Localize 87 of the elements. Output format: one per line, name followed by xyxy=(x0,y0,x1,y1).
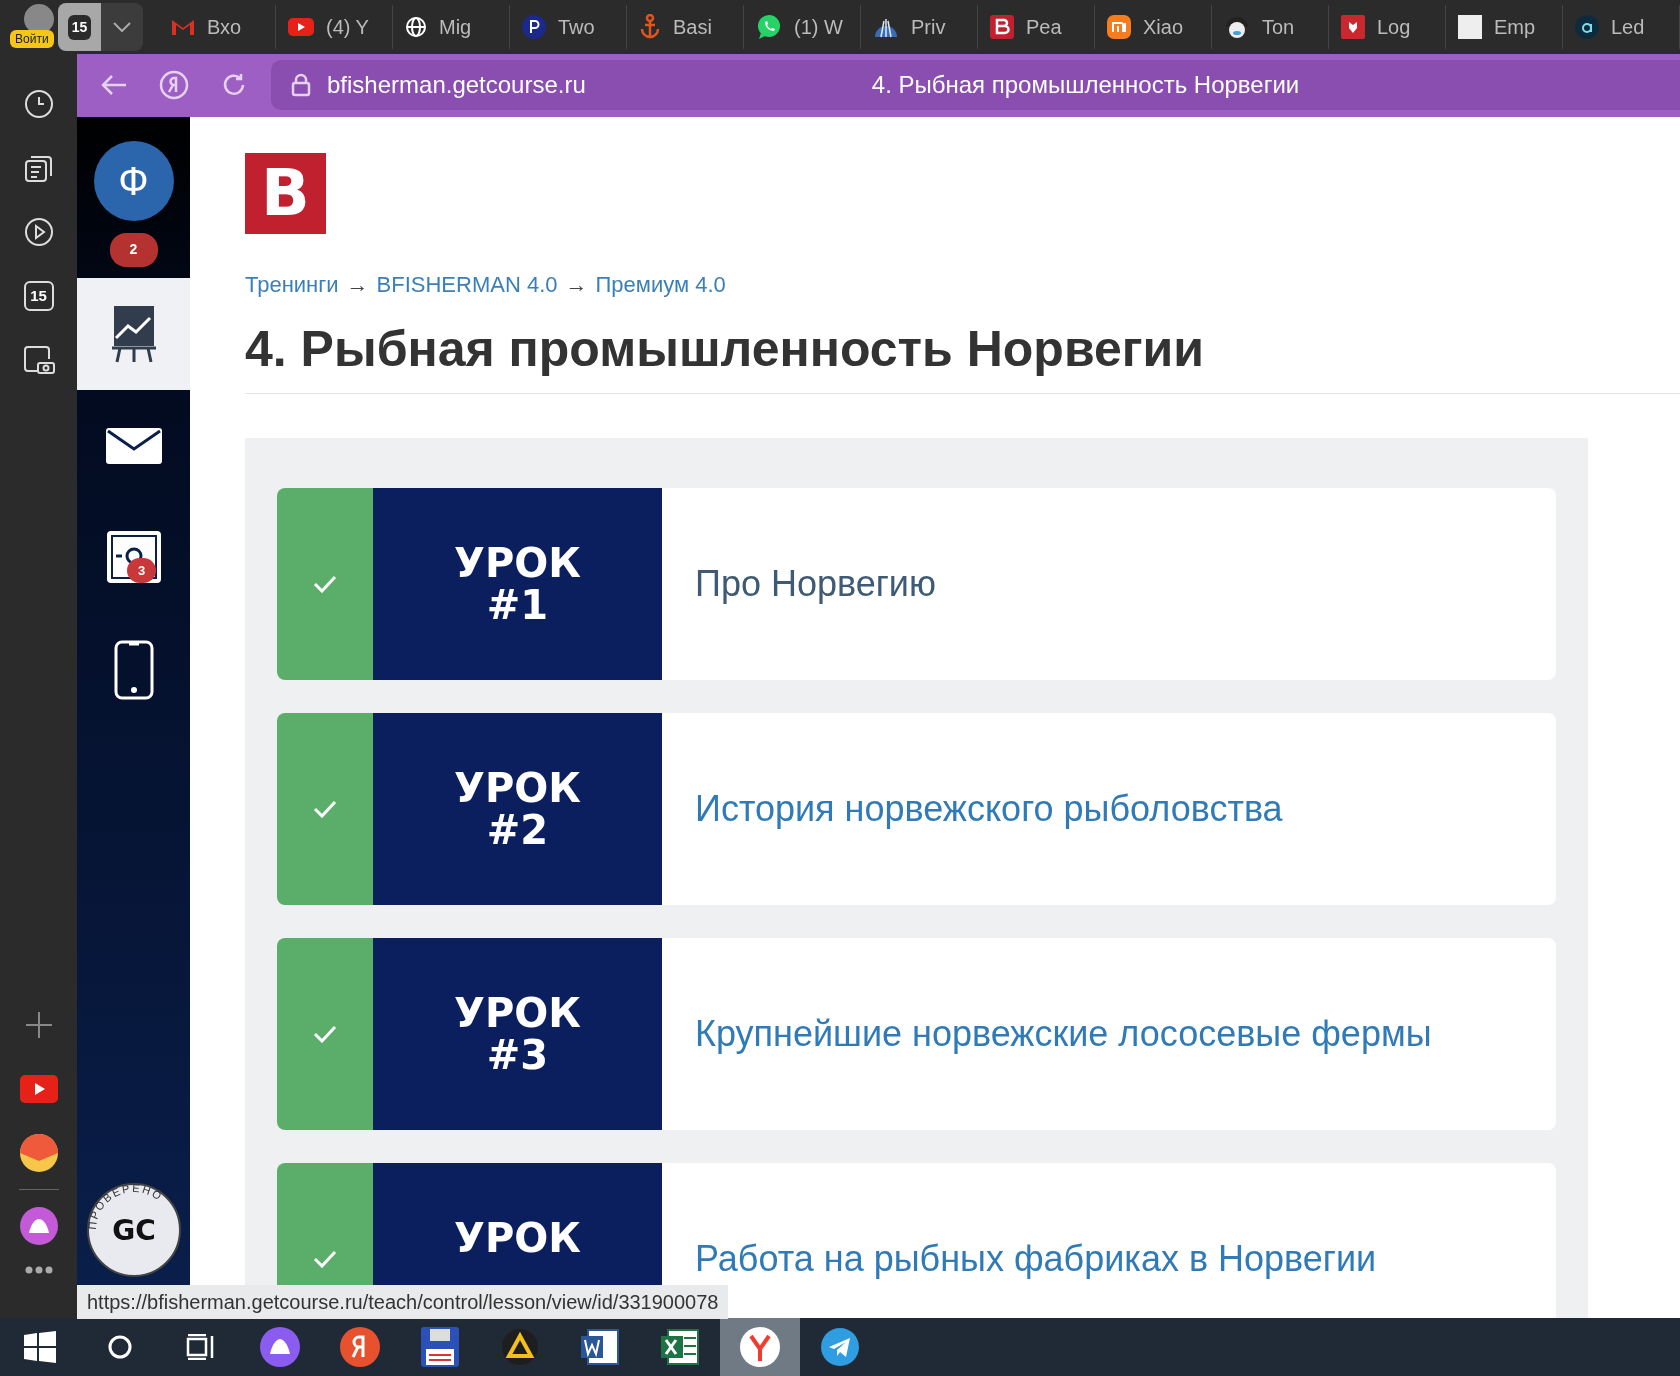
page-heading: 4. Рыбная промышленность Норвегии xyxy=(245,320,1205,377)
avatar[interactable]: Ф xyxy=(93,140,174,221)
lesson-number: #2 xyxy=(486,808,549,851)
lesson-word: УРОК xyxy=(454,541,581,584)
address-field[interactable]: bfisherman.getcourse.ru 4. Рыбная промышленность Норвегии xyxy=(271,60,1680,111)
p-icon xyxy=(522,15,546,39)
tabs-dropdown-button[interactable] xyxy=(100,3,143,51)
mi-icon xyxy=(1107,15,1131,39)
check-icon xyxy=(313,1249,337,1268)
breadcrumb-link[interactable]: BFISHERMAN 4.0 xyxy=(376,267,558,301)
breadcrumb-link[interactable]: Тренинги xyxy=(245,267,339,301)
lesson-title-link[interactable]: Про Норвегию xyxy=(695,556,936,611)
lesson-card[interactable]: УРОК #1 Про Норвегию xyxy=(277,487,1556,680)
play-circle-icon[interactable] xyxy=(23,217,54,247)
lesson-word: УРОК xyxy=(454,991,581,1034)
video-icon[interactable] xyxy=(19,1075,58,1103)
plus-icon[interactable] xyxy=(25,1012,52,1038)
windows-icon xyxy=(24,1331,56,1363)
link-preview: https://bfisherman.getcourse.ru/teach/control/lesson/view/id/331900078 xyxy=(77,1285,729,1319)
crest-icon xyxy=(1341,15,1365,39)
ya-circle-icon[interactable] xyxy=(159,70,189,101)
logo[interactable]: B xyxy=(245,152,326,234)
breadcrumb-link[interactable]: Премиум 4.0 xyxy=(595,267,726,301)
mail-icon[interactable] xyxy=(19,1134,58,1172)
check-icon xyxy=(313,1024,337,1043)
check-icon xyxy=(313,799,337,818)
lesson-word: УРОК xyxy=(454,1216,581,1259)
breadcrumb-separator: → xyxy=(565,270,588,299)
lesson-title-link[interactable]: Работа на рыбных фабриках в Норвегии xyxy=(695,1231,1377,1286)
browser-tab[interactable]: Вхо xyxy=(159,5,276,49)
browser-tab[interactable]: Ton xyxy=(1212,5,1329,49)
browser-tab[interactable]: (4) Y xyxy=(276,5,393,49)
chevron-icon xyxy=(112,22,131,32)
assistant-icon[interactable] xyxy=(19,1207,58,1245)
b-icon xyxy=(990,15,1014,39)
lesson-title-link[interactable]: Крупнейшие норвежские лососевые фермы xyxy=(695,1006,1432,1061)
browser-tab[interactable]: Priv xyxy=(861,5,978,49)
task-view-icon xyxy=(186,1334,214,1360)
screenshot-icon[interactable] xyxy=(22,345,55,375)
tab-count-button[interactable]: 15 xyxy=(58,3,101,51)
browser-tab[interactable]: Basi xyxy=(627,5,744,49)
browser-tab[interactable]: Xiao xyxy=(1095,5,1212,49)
page-title-text: 4. Рыбная промышленность Норвегии xyxy=(871,70,1300,101)
sidebar-item[interactable] xyxy=(77,277,190,390)
search-icon xyxy=(107,1334,133,1360)
globe-icon xyxy=(405,16,427,38)
document-icon xyxy=(580,1328,620,1366)
browser-tab[interactable]: (1) W xyxy=(744,5,861,49)
browser-tab[interactable]: Pea xyxy=(978,5,1095,49)
browser-tab[interactable]: Log xyxy=(1329,5,1446,49)
spreadsheet-icon xyxy=(660,1328,700,1366)
lock-icon xyxy=(291,73,311,98)
assistant-icon xyxy=(260,1327,300,1367)
notification-count[interactable]: 2 xyxy=(109,232,158,267)
anchor-icon xyxy=(639,14,661,40)
paper-plane-icon xyxy=(821,1328,859,1366)
browser-tab[interactable]: Led xyxy=(1563,5,1680,49)
play-icon xyxy=(288,18,314,36)
chart-board-icon xyxy=(111,303,156,364)
url-text: bfisherman.getcourse.ru xyxy=(327,70,586,101)
lesson-number: #1 xyxy=(486,583,549,626)
back-arrow-icon[interactable] xyxy=(101,74,127,97)
cartoon-icon xyxy=(1224,15,1250,39)
phone-icon xyxy=(113,639,154,700)
browser-tab[interactable]: Two xyxy=(510,5,627,49)
lesson-number: #3 xyxy=(486,1033,549,1076)
blank-page-icon xyxy=(1458,15,1482,39)
ya-icon xyxy=(340,1327,380,1367)
browser-icon xyxy=(740,1327,780,1367)
lesson-card[interactable]: УРОК #3 Крупнейшие норвежские лососевые фермы xyxy=(277,937,1556,1130)
lesson-title-link[interactable]: История норвежского рыболовства xyxy=(695,781,1283,836)
browser-tab[interactable]: Mig xyxy=(393,5,510,49)
clock-icon[interactable] xyxy=(23,89,54,119)
lesson-card[interactable]: УРОК #2 История норвежского рыболовства xyxy=(277,712,1556,905)
chat-icon xyxy=(756,14,782,40)
mail-icon xyxy=(171,18,195,36)
calendar-icon[interactable]: 15 xyxy=(23,281,54,311)
check-icon xyxy=(313,574,337,593)
more-icon[interactable] xyxy=(24,1266,53,1274)
sidebar-item[interactable]: 3 xyxy=(77,501,190,614)
lesson-word: УРОК xyxy=(454,766,581,809)
browser-tab[interactable]: Emp xyxy=(1446,5,1563,49)
a-icon xyxy=(1575,15,1599,39)
cards-icon[interactable] xyxy=(23,153,54,183)
breadcrumb-separator: → xyxy=(346,270,369,299)
login-button[interactable]: Войти xyxy=(10,30,54,48)
envelope-icon xyxy=(105,427,162,464)
